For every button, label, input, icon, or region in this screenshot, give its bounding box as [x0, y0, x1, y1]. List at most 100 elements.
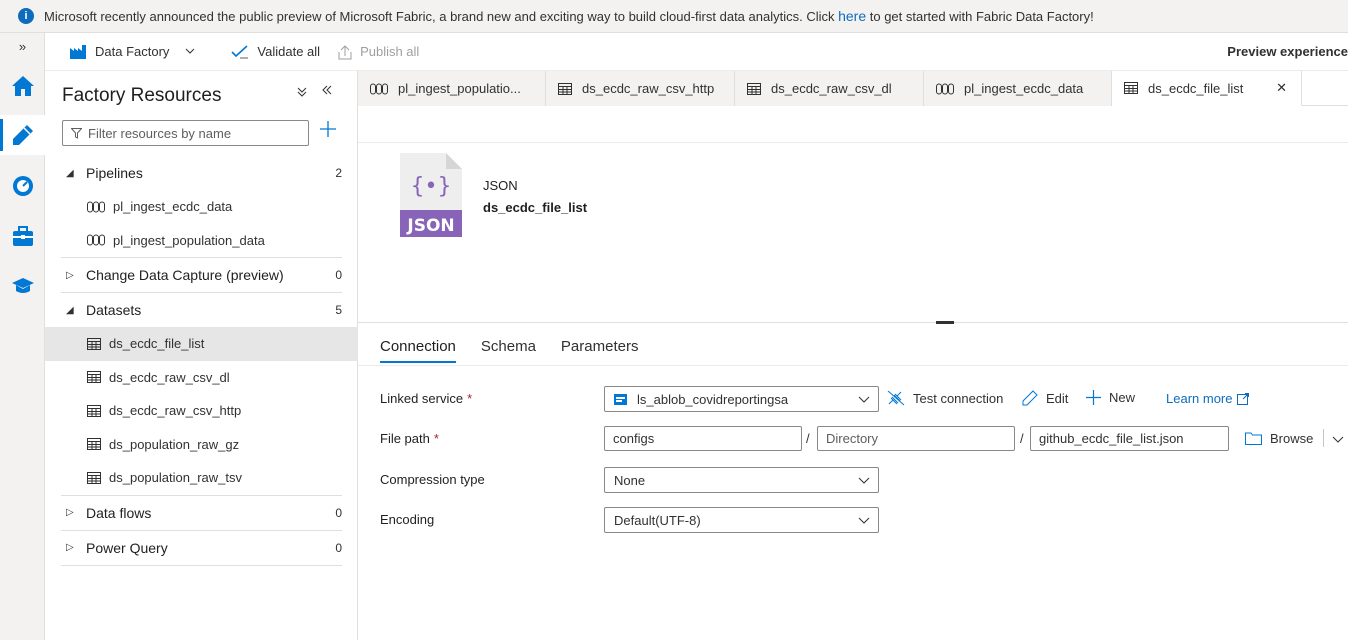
divider	[358, 365, 1348, 366]
table-icon	[87, 471, 101, 484]
learn-more-link[interactable]: Learn more	[1166, 391, 1250, 406]
expand-nav-icon[interactable]: »	[0, 39, 45, 54]
encoding-label: Encoding	[380, 512, 435, 527]
monitor-gauge-icon	[12, 176, 33, 196]
filter-resources-input[interactable]	[88, 125, 298, 141]
divider	[61, 564, 342, 566]
file-path-label: File path *	[380, 431, 439, 446]
chevron-down-icon	[1332, 436, 1344, 443]
file-path-directory-input[interactable]	[817, 426, 1015, 451]
learning-nav-button[interactable]	[0, 266, 45, 306]
info-icon: i	[18, 8, 34, 24]
pipeline-icon	[87, 234, 105, 246]
monitor-nav-button[interactable]	[0, 166, 45, 206]
tab-schema[interactable]: Schema	[481, 338, 536, 363]
tree-item-dataset[interactable]: ds_population_raw_gz	[45, 428, 358, 462]
publish-all-label: Publish all	[360, 44, 420, 59]
banner-text-before: Microsoft recently announced the public …	[44, 9, 839, 24]
resource-tree: ◢ Pipelines 2 pl_ingest_ecdc_data pl_ing…	[45, 156, 358, 566]
test-connection-button[interactable]: Test connection	[887, 390, 1003, 406]
splitter-grip[interactable]	[936, 321, 954, 324]
category-change-data-capture[interactable]: ▷ Change Data Capture (preview) 0	[45, 258, 342, 292]
category-power-query[interactable]: ▷ Power Query 0	[45, 531, 342, 565]
add-resource-button[interactable]	[317, 119, 339, 143]
tab-label: pl_ingest_ecdc_data	[964, 81, 1084, 96]
file-path-label-text: File path	[380, 431, 430, 446]
collapse-panel-icon[interactable]	[321, 83, 333, 99]
caret-right-icon: ▷	[66, 542, 74, 553]
linked-service-dropdown[interactable]: ls_ablob_covidreportingsa	[604, 386, 879, 412]
tree-item-dataset-selected[interactable]: ds_ecdc_file_list	[45, 327, 358, 361]
category-count: 0	[335, 268, 342, 282]
tab-parameters[interactable]: Parameters	[561, 338, 639, 363]
tab-pl-ingest-ecdc-data[interactable]: pl_ingest_ecdc_data	[924, 71, 1112, 106]
browse-label: Browse	[1270, 431, 1314, 446]
pencil-icon	[1022, 390, 1038, 406]
tab-label: ds_ecdc_raw_csv_dl	[771, 81, 892, 96]
validate-all-button[interactable]: Validate all	[231, 44, 320, 59]
category-count: 0	[335, 540, 342, 555]
compression-type-value: None	[614, 472, 646, 488]
divider	[358, 142, 1348, 143]
tab-label: ds_ecdc_file_list	[1148, 80, 1244, 96]
compression-type-label: Compression type	[380, 472, 485, 487]
pencil-icon	[12, 125, 33, 145]
category-data-flows[interactable]: ▷ Data flows 0	[45, 496, 342, 530]
properties-tabs: Connection Schema Parameters	[380, 338, 663, 363]
tree-item-pipeline[interactable]: pl_ingest_population_data	[45, 224, 358, 258]
tab-label: ds_ecdc_raw_csv_http	[582, 81, 715, 96]
tree-item-label: ds_ecdc_file_list	[109, 336, 205, 352]
tree-item-pipeline[interactable]: pl_ingest_ecdc_data	[45, 190, 358, 224]
category-datasets[interactable]: ◢ Datasets 5	[45, 293, 342, 327]
table-icon	[87, 337, 101, 350]
new-button[interactable]: New	[1086, 390, 1135, 405]
table-icon	[87, 404, 101, 417]
browse-more-dropdown[interactable]	[1332, 432, 1344, 447]
pipeline-icon	[370, 83, 388, 94]
table-icon	[1124, 82, 1138, 94]
author-nav-button[interactable]	[0, 115, 45, 155]
data-factory-label: Data Factory	[95, 44, 170, 59]
filter-icon	[71, 127, 82, 139]
tree-item-dataset[interactable]: ds_population_raw_tsv	[45, 461, 358, 495]
tab-pl-ingest-population[interactable]: pl_ingest_populatio...	[358, 71, 546, 106]
collapse-all-icon[interactable]	[297, 85, 307, 101]
browse-button[interactable]: Browse	[1245, 431, 1313, 446]
category-count: 0	[335, 505, 342, 520]
preview-experience-toggle[interactable]: Preview experience	[1227, 44, 1348, 59]
tree-item-label: ds_ecdc_raw_csv_http	[109, 403, 242, 419]
category-count: 5	[335, 303, 342, 317]
data-factory-icon	[70, 44, 86, 59]
edit-button[interactable]: Edit	[1022, 390, 1068, 406]
validate-all-label: Validate all	[257, 44, 321, 59]
tab-ds-ecdc-raw-csv-http[interactable]: ds_ecdc_raw_csv_http	[546, 71, 735, 106]
tree-item-dataset[interactable]: ds_ecdc_raw_csv_dl	[45, 361, 358, 395]
encoding-value: Default(UTF-8)	[614, 512, 701, 528]
tree-item-label: ds_population_raw_tsv	[109, 470, 242, 486]
compression-type-dropdown[interactable]: None	[604, 467, 879, 493]
manage-nav-button[interactable]	[0, 216, 45, 256]
home-icon	[11, 76, 34, 96]
publish-all-button[interactable]: Publish all	[338, 44, 419, 60]
top-toolbar: Data Factory Validate all Publish all Pr…	[45, 33, 1348, 71]
home-nav-button[interactable]	[0, 66, 45, 106]
divider	[1323, 429, 1324, 447]
tree-item-dataset[interactable]: ds_ecdc_raw_csv_http	[45, 394, 358, 428]
tab-ds-ecdc-file-list[interactable]: ds_ecdc_file_list ✕	[1112, 71, 1302, 106]
caret-right-icon: ▷	[66, 507, 74, 518]
chevron-down-icon	[858, 517, 870, 524]
linked-service-label-text: Linked service	[380, 391, 464, 406]
filter-resources-field[interactable]	[62, 120, 309, 146]
plus-icon	[1086, 390, 1101, 405]
data-factory-selector[interactable]: Data Factory	[69, 44, 195, 60]
encoding-dropdown[interactable]: Default(UTF-8)	[604, 507, 879, 533]
banner-link-here[interactable]: here	[838, 8, 866, 24]
close-icon[interactable]: ✕	[1276, 80, 1287, 96]
learn-more-label: Learn more	[1166, 391, 1233, 406]
category-pipelines[interactable]: ◢ Pipelines 2	[45, 156, 342, 190]
banner-text-after: to get started with Fabric Data Factory!	[866, 9, 1094, 24]
tab-ds-ecdc-raw-csv-dl[interactable]: ds_ecdc_raw_csv_dl	[735, 71, 924, 106]
file-path-container-input[interactable]	[604, 426, 802, 451]
file-path-file-input[interactable]	[1030, 426, 1229, 451]
tab-connection[interactable]: Connection	[380, 338, 456, 363]
